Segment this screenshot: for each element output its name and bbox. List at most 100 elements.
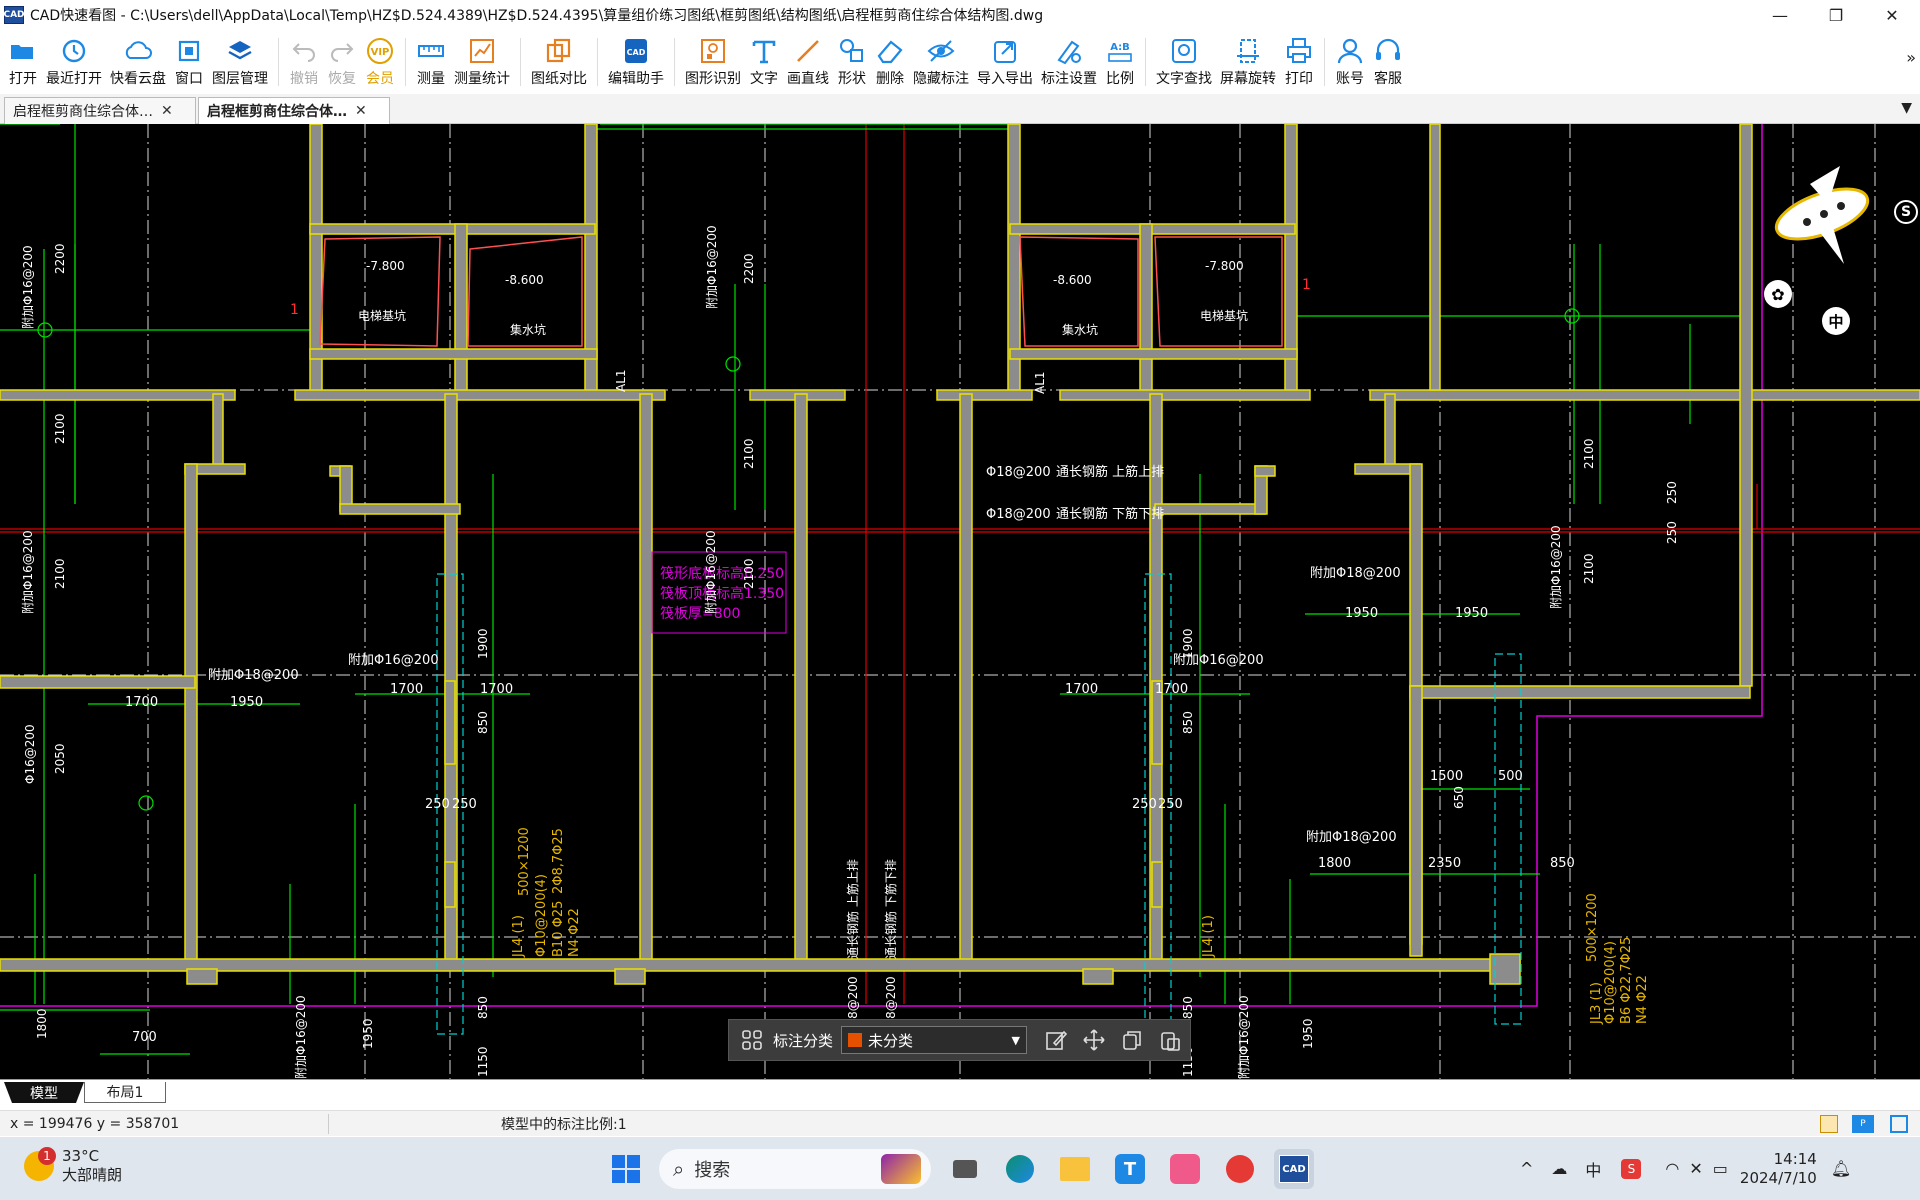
onedrive-cloud-icon[interactable]: ☁ — [1551, 1159, 1567, 1178]
edge-browser-icon[interactable] — [1000, 1149, 1040, 1189]
toolbar-cloud-button[interactable]: 快看云盘 — [110, 30, 166, 94]
wifi-icon[interactable]: ◠ — [1665, 1159, 1679, 1178]
chevron-up-icon[interactable]: ^ — [1520, 1159, 1533, 1178]
toolbar-eraser-button[interactable]: 删除 — [875, 30, 905, 94]
svg-text:1: 1 — [290, 302, 299, 318]
svg-text:500×1200: 500×1200 — [517, 827, 532, 896]
toolbar-undo-button[interactable]: 撤销 — [289, 30, 319, 94]
toolbar-label: 屏幕旋转 — [1220, 71, 1276, 87]
svg-text:650: 650 — [1452, 786, 1466, 809]
move-icon[interactable] — [1079, 1025, 1109, 1055]
svg-text:Φ18@200: Φ18@200 — [986, 465, 1051, 480]
close-button[interactable]: ✕ — [1864, 0, 1920, 30]
clock-time[interactable]: 14:14 — [1740, 1150, 1817, 1169]
toolbar-redo-button[interactable]: 恢复 — [327, 30, 357, 94]
svg-text:2100: 2100 — [1582, 553, 1596, 584]
scale-icon: A:B — [1105, 36, 1135, 66]
svg-text:850: 850 — [476, 996, 490, 1019]
s-badge-icon[interactable]: S — [1894, 200, 1918, 224]
task-view-icon[interactable] — [945, 1149, 985, 1189]
toolbar-line-button[interactable]: 画直线 — [787, 30, 829, 94]
tab-layout1[interactable]: 布局1 — [84, 1082, 166, 1103]
toolbar-label: 文字查找 — [1156, 71, 1212, 87]
toolbar-folder-open-button[interactable]: 打开 — [8, 30, 38, 94]
toolbar-import-export-button[interactable]: 导入导出 — [977, 30, 1033, 94]
battery-icon[interactable]: ▭ — [1713, 1159, 1728, 1178]
start-button[interactable] — [606, 1149, 646, 1189]
document-tab-bar: 启程框剪商住综合体… ✕ 启程框剪商住综合体… ✕ ▼ — [0, 94, 1920, 124]
annotation-settings-icon — [1054, 36, 1084, 66]
annotation-category-select[interactable]: 未分类 ▼ — [841, 1026, 1028, 1054]
svg-text:2350: 2350 — [1428, 856, 1461, 871]
text-app-icon[interactable]: T — [1110, 1149, 1150, 1189]
copy-icon[interactable] — [1117, 1025, 1147, 1055]
toolbar-text-search-button[interactable]: 文字查找 — [1156, 30, 1212, 94]
toolbar-annotation-settings-button[interactable]: 标注设置 — [1041, 30, 1097, 94]
toolbar-layers-button[interactable]: 图层管理 — [212, 30, 268, 94]
toolbar-more-chevron-icon[interactable]: » — [1906, 48, 1916, 67]
toolbar-edit-assistant-button[interactable]: CAD 编辑助手 — [608, 30, 664, 94]
bilibili-icon[interactable] — [1165, 1149, 1205, 1189]
toolbar-label: 恢复 — [328, 71, 356, 87]
airplane-widget-icon[interactable] — [1762, 164, 1882, 274]
notification-badge: 1 — [38, 1147, 56, 1165]
notification-bell-icon[interactable]: 🔔︎ — [1831, 1159, 1851, 1178]
cad-viewer-taskbar-icon[interactable]: CAD — [1274, 1149, 1314, 1189]
toolbar-label: 文字 — [750, 71, 778, 87]
svg-text:附加Φ18@200: 附加Φ18@200 — [1306, 830, 1397, 845]
close-tab-icon[interactable]: ✕ — [355, 103, 367, 119]
cad-drawing: 筏形底板标高6.250 筏板顶板标高1.350 筏板厚=800 -7.800 电… — [0, 124, 1920, 1079]
toolbar-compare-button[interactable]: 图纸对比 — [531, 30, 587, 94]
drawing-canvas[interactable]: 筏形底板标高6.250 筏板顶板标高1.350 筏板厚=800 -7.800 电… — [0, 124, 1920, 1079]
toolbar-eye-hide-button[interactable]: 隐藏标注 — [913, 30, 969, 94]
toolbar-headset-button[interactable]: 客服 — [1373, 30, 1403, 94]
toolbar-rotate-screen-button[interactable]: 屏幕旋转 — [1220, 30, 1276, 94]
status-icon-3[interactable] — [1890, 1115, 1908, 1133]
clock-date[interactable]: 2024/7/10 — [1740, 1169, 1817, 1188]
text-search-icon — [1169, 36, 1199, 66]
svg-text:JL4 (1): JL4 (1) — [511, 915, 526, 958]
toolbar-label: 标注设置 — [1041, 71, 1097, 87]
svg-text:2200: 2200 — [742, 253, 756, 284]
toolbar-window-button[interactable]: 窗口 — [174, 30, 204, 94]
speaker-mute-icon[interactable]: ✕ — [1689, 1159, 1702, 1178]
restore-button[interactable]: ❐ — [1808, 0, 1864, 30]
ime-badge-icon[interactable]: 中 — [1822, 307, 1850, 335]
sogou-input-icon[interactable]: S — [1621, 1158, 1642, 1179]
taskbar-search[interactable]: ⌕ 搜索 — [659, 1149, 931, 1189]
svg-text:2100: 2100 — [1582, 438, 1596, 469]
status-icon-2[interactable]: P — [1852, 1115, 1874, 1133]
toolbar-printer-button[interactable]: 打印 — [1284, 30, 1314, 94]
tab-list-dropdown-icon[interactable]: ▼ — [1901, 100, 1912, 116]
toolbar-measure-stats-button[interactable]: 测量统计 — [454, 30, 510, 94]
status-icon-1[interactable] — [1820, 1115, 1838, 1133]
toolbar-label: 撤销 — [290, 71, 318, 87]
tab-model[interactable]: 模型 — [4, 1082, 84, 1103]
document-tab-1[interactable]: 启程框剪商住综合体… ✕ — [4, 97, 196, 124]
toolbar-separator — [597, 38, 598, 86]
minimize-button[interactable]: — — [1752, 0, 1808, 30]
svg-text:1950: 1950 — [1345, 606, 1378, 621]
paste-icon[interactable] — [1155, 1025, 1185, 1055]
document-tab-2[interactable]: 启程框剪商住综合体… ✕ — [198, 97, 390, 124]
close-tab-icon[interactable]: ✕ — [161, 103, 173, 119]
category-color-swatch — [848, 1033, 863, 1047]
ime-indicator[interactable]: 中 — [1585, 1157, 1601, 1181]
toolbar-vip-button[interactable]: VIP 会员 — [365, 30, 395, 94]
toolbar-label: 账号 — [1336, 71, 1364, 87]
svg-text:B6 Φ22,7Φ25: B6 Φ22,7Φ25 — [1619, 937, 1634, 1024]
file-explorer-icon[interactable] — [1055, 1149, 1095, 1189]
toolbar-text-button[interactable]: 文字 — [749, 30, 779, 94]
edit-icon[interactable] — [1041, 1025, 1071, 1055]
grid-apps-icon[interactable] — [737, 1025, 767, 1055]
weather-widget[interactable]: 1 33°C 大部晴朗 — [24, 1147, 122, 1185]
toolbar-clock-history-button[interactable]: 最近打开 — [46, 30, 102, 94]
toolbar-shapes-button[interactable]: 形状 — [837, 30, 867, 94]
toolbar-ruler-button[interactable]: 测量 — [416, 30, 446, 94]
toolbar-user-button[interactable]: 账号 — [1335, 30, 1365, 94]
toolbar-scale-button[interactable]: A:B 比例 — [1105, 30, 1135, 94]
shirt-icon[interactable]: ✿ — [1764, 280, 1792, 308]
svg-text:1900: 1900 — [1181, 628, 1195, 659]
toolbar-shape-recognize-button[interactable]: 图形识别 — [685, 30, 741, 94]
netease-music-icon[interactable] — [1220, 1149, 1260, 1189]
